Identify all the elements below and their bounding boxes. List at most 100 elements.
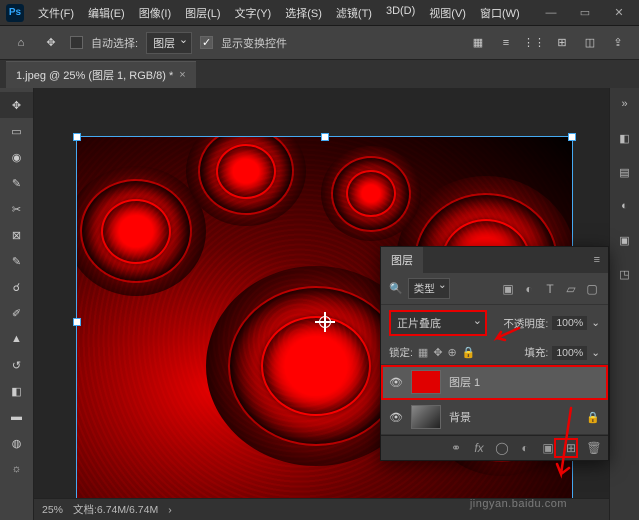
annotation-highlight-new-layer [554,438,578,458]
stamp-tool[interactable]: ▲ [0,326,33,352]
show-transform-label: 显示变换控件 [221,35,287,51]
menu-layer[interactable]: 图层(L) [179,2,226,24]
share-icon[interactable]: ⇪ [607,32,629,54]
document-tab-title: 1.jpeg @ 25% (图层 1, RGB/8) * [16,67,173,83]
document-tab[interactable]: 1.jpeg @ 25% (图层 1, RGB/8) * × [6,61,196,88]
layer-item[interactable]: 👁 图层 1 [381,365,608,400]
menu-window[interactable]: 窗口(W) [474,2,526,24]
color-panel-icon[interactable]: ◧ [615,128,635,148]
fill-chevron-icon[interactable]: ⌄ [591,347,600,359]
blend-mode-select[interactable]: 正片叠底 [389,310,487,336]
delete-layer-icon[interactable]: 🗑 [586,440,602,456]
lock-label: 锁定: [389,345,413,360]
marquee-tool[interactable]: ▭ [0,118,33,144]
align-icon-4[interactable]: ⊞ [551,32,573,54]
layers-panel: 图层 ≡ 🔍 类型 ▣ ◐ T ▱ ▢ 正片叠底 不透明度: 100% ⌄ 锁定… [380,246,609,461]
link-layers-icon[interactable]: ⚭ [448,440,464,456]
menu-3d[interactable]: 3D(D) [380,2,421,24]
lasso-tool[interactable]: ◉ [0,144,33,170]
document-size[interactable]: 文档:6.74M/6.74M [73,502,158,517]
adjustments-panel-icon[interactable]: ◐ [615,196,635,216]
filter-smart-icon[interactable]: ▢ [584,281,600,297]
opacity-value[interactable]: 100% [552,316,587,330]
filter-type-icon[interactable]: T [542,281,558,297]
align-icon-2[interactable]: ≡ [495,32,517,54]
healing-tool[interactable]: ☌ [0,274,33,300]
fill-value[interactable]: 100% [552,346,587,360]
gradient-tool[interactable]: ▬ [0,404,33,430]
crop-tool[interactable]: ✂ [0,196,33,222]
auto-select-checkbox[interactable] [70,36,83,49]
swatches-panel-icon[interactable]: ▤ [615,162,635,182]
panel-menu-icon[interactable]: ≡ [586,254,608,266]
menu-file[interactable]: 文件(F) [32,2,80,24]
watermark-text: jingyan.baidu.com [470,498,567,510]
menu-select[interactable]: 选择(S) [279,2,328,24]
status-chevron-icon[interactable]: › [168,504,172,516]
lock-all-icon[interactable]: 🔒 [462,346,476,359]
minimize-button[interactable]: — [537,3,565,23]
panel-tab-row: 图层 ≡ [381,247,608,273]
align-icon-3[interactable]: ⋮⋮ [523,32,545,54]
window-controls: — ▭ ✕ [537,3,633,23]
layer-thumbnail[interactable] [411,405,441,429]
right-dock: » ◧ ▤ ◐ ▣ ◳ [609,88,639,520]
3d-mode-icon[interactable]: ◫ [579,32,601,54]
zoom-level[interactable]: 25% [42,504,63,516]
frame-tool[interactable]: ⊠ [0,222,33,248]
show-transform-checkbox[interactable]: ✓ [200,36,213,49]
blur-tool[interactable]: ◍ [0,430,33,456]
maximize-button[interactable]: ▭ [571,3,599,23]
lock-position-icon[interactable]: ✥ [433,346,442,359]
menu-edit[interactable]: 编辑(E) [82,2,131,24]
layer-item[interactable]: 👁 背景 🔒 [381,400,608,435]
eyedropper-tool[interactable]: ✎ [0,248,33,274]
auto-select-target-select[interactable]: 图层 [146,32,192,54]
filter-adjust-icon[interactable]: ◐ [521,281,537,297]
menu-filter[interactable]: 滤镜(T) [330,2,378,24]
tab-close-icon[interactable]: × [179,69,185,81]
layer-mask-icon[interactable]: ◯ [494,440,510,456]
filter-shape-icon[interactable]: ▱ [563,281,579,297]
menu-type[interactable]: 文字(Y) [229,2,278,24]
visibility-toggle-icon[interactable]: 👁 [389,376,403,389]
dodge-tool[interactable]: ☼ [0,456,33,482]
layer-name[interactable]: 图层 1 [449,374,480,390]
quick-select-tool[interactable]: ✎ [0,170,33,196]
libraries-panel-icon[interactable]: ▣ [615,230,635,250]
menu-view[interactable]: 视图(V) [423,2,472,24]
search-icon[interactable]: 🔍 [389,282,403,295]
layer-name[interactable]: 背景 [449,409,471,425]
opacity-label: 不透明度: [503,316,548,331]
dock-collapse-icon[interactable]: » [615,94,635,114]
layer-list: 👁 图层 1 👁 背景 🔒 [381,365,608,435]
layer-thumbnail[interactable] [411,370,441,394]
main-menu: 文件(F) 编辑(E) 图像(I) 图层(L) 文字(Y) 选择(S) 滤镜(T… [32,2,526,24]
filter-type-select[interactable]: 类型 [408,278,450,299]
lock-artboard-icon[interactable]: ⊕ [448,346,457,359]
lock-row: 锁定: ▦ ✥ ⊕ 🔒 填充: 100% ⌄ [381,341,608,365]
eraser-tool[interactable]: ◧ [0,378,33,404]
blend-mode-row: 正片叠底 不透明度: 100% ⌄ [381,305,608,341]
auto-select-label: 自动选择: [91,35,138,51]
adjustment-layer-icon[interactable]: ◐ [517,440,533,456]
move-tool[interactable]: ✥ [0,92,33,118]
properties-panel-icon[interactable]: ◳ [615,264,635,284]
layer-filter-row: 🔍 类型 ▣ ◐ T ▱ ▢ [381,273,608,305]
visibility-toggle-icon[interactable]: 👁 [389,411,403,424]
opacity-chevron-icon[interactable]: ⌄ [591,317,600,329]
menu-image[interactable]: 图像(I) [133,2,177,24]
layer-style-icon[interactable]: fx [471,440,487,456]
brush-tool[interactable]: ✐ [0,300,33,326]
history-brush-tool[interactable]: ↺ [0,352,33,378]
lock-pixels-icon[interactable]: ▦ [418,346,428,359]
move-tool-icon[interactable]: ✥ [40,32,62,54]
document-tab-bar: 1.jpeg @ 25% (图层 1, RGB/8) * × [0,60,639,88]
align-icon-1[interactable]: ▦ [467,32,489,54]
layers-tab[interactable]: 图层 [381,247,423,273]
filter-image-icon[interactable]: ▣ [500,281,516,297]
close-button[interactable]: ✕ [605,3,633,23]
fill-label: 填充: [524,345,548,360]
home-icon[interactable]: ⌂ [10,32,32,54]
tools-panel: ✥ ▭ ◉ ✎ ✂ ⊠ ✎ ☌ ✐ ▲ ↺ ◧ ▬ ◍ ☼ [0,88,34,520]
